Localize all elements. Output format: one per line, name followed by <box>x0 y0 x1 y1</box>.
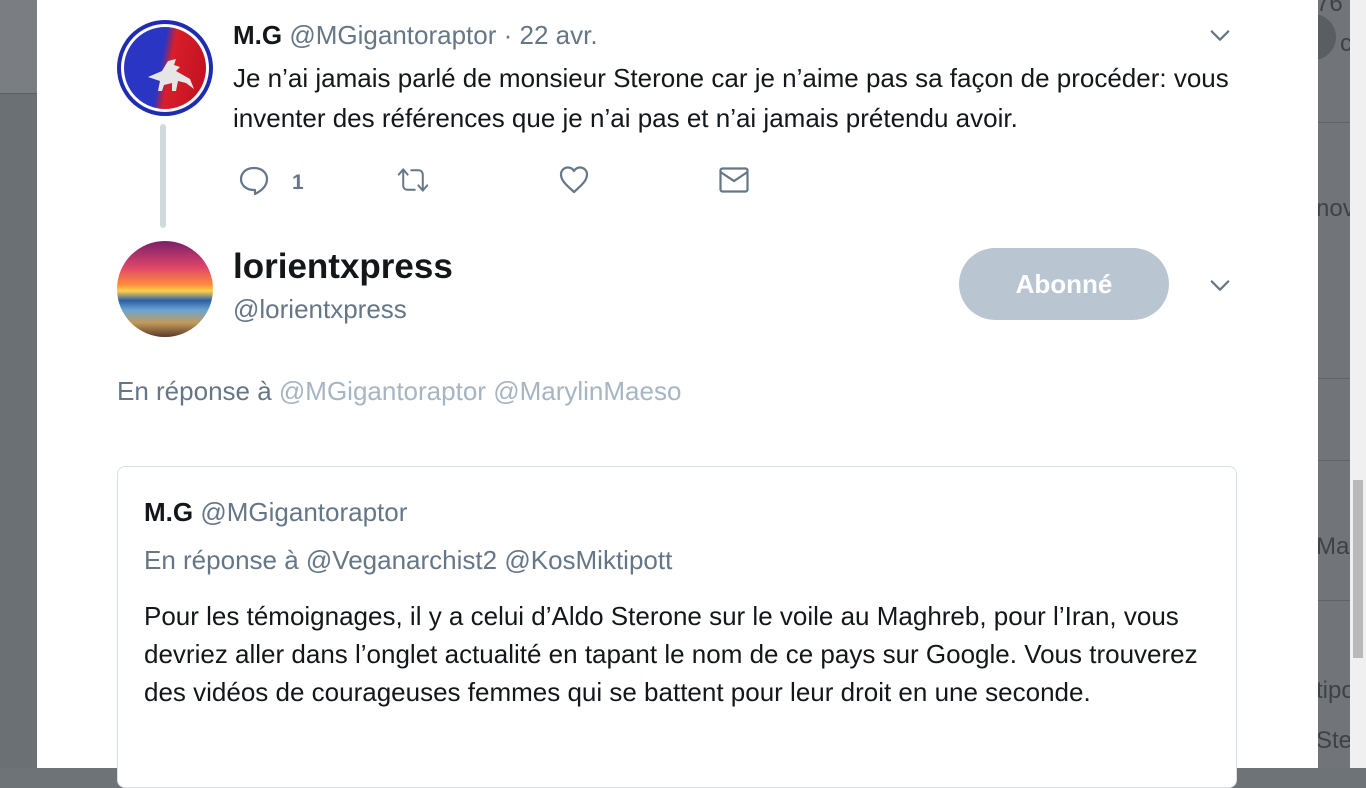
thread-connector-line <box>160 124 166 228</box>
follow-button[interactable]: Abonné <box>959 248 1169 320</box>
reply-button[interactable]: 1 <box>238 164 304 201</box>
background-text: nov <box>1316 195 1350 222</box>
retweet-icon <box>397 164 429 201</box>
avatar-image <box>121 24 209 112</box>
chevron-down-icon[interactable] <box>1209 275 1231 297</box>
author-handle[interactable]: @MGigantoraptor <box>289 20 496 50</box>
background-right-column <box>1318 0 1350 768</box>
dinosaur-icon <box>146 57 196 101</box>
background-left-strip <box>0 0 37 768</box>
envelope-icon <box>718 164 750 201</box>
background-left-header <box>0 0 37 94</box>
background-divider <box>1318 122 1350 123</box>
mention-link: @Veganarchist2 <box>305 545 498 575</box>
background-divider <box>1318 460 1350 461</box>
mention-link[interactable]: @MGigantoraptor <box>279 376 486 406</box>
tweet-text: Je n’ai jamais parlé de monsieur Sterone… <box>233 63 1229 133</box>
background-divider <box>1318 378 1350 379</box>
direct-message-button[interactable] <box>718 164 750 201</box>
reply-prefix: En réponse à <box>144 545 299 575</box>
background-divider <box>1318 600 1350 601</box>
avatar[interactable] <box>117 20 213 116</box>
like-button[interactable] <box>558 164 590 201</box>
author-name[interactable]: lorientxpress <box>233 247 453 287</box>
background-text: Ma <box>1316 533 1350 560</box>
background-text: tipo <box>1316 677 1350 704</box>
quoted-reply-context: En réponse à @Veganarchist2 @KosMiktipot… <box>144 545 672 576</box>
reply-context: En réponse à @MGigantoraptor @MarylinMae… <box>117 376 681 407</box>
quoted-tweet-text: Pour les témoignages, il y a celui d’Ald… <box>144 601 1198 707</box>
avatar[interactable] <box>117 241 213 337</box>
background-text: 76 <box>1316 0 1343 17</box>
background-text: Ste <box>1316 727 1350 754</box>
quoted-tweet-card[interactable]: M.G @MGigantoraptor En réponse à @Vegana… <box>117 466 1237 788</box>
retweet-button[interactable] <box>397 164 429 201</box>
heart-icon <box>558 164 590 201</box>
separator-dot: · <box>503 20 513 50</box>
scrollbar-thumb[interactable] <box>1353 480 1363 658</box>
reply-count: 1 <box>292 170 304 194</box>
quoted-tweet-header: M.G @MGigantoraptor <box>144 497 407 528</box>
quoted-author-name: M.G <box>144 497 194 527</box>
quoted-author-handle: @MGigantoraptor <box>200 497 408 527</box>
mention-link[interactable]: @MarylinMaeso <box>493 376 681 406</box>
tweet-header: M.G @MGigantoraptor · 22 avr. <box>233 20 598 51</box>
speech-bubble-icon <box>238 164 270 201</box>
author-name[interactable]: M.G <box>233 20 282 50</box>
tweet-date[interactable]: 22 avr. <box>520 20 598 50</box>
mention-link: @KosMiktipott <box>504 545 673 575</box>
chevron-down-icon[interactable] <box>1209 25 1231 47</box>
reply-prefix: En réponse à <box>117 376 272 406</box>
author-handle[interactable]: @lorientxpress <box>233 294 407 325</box>
